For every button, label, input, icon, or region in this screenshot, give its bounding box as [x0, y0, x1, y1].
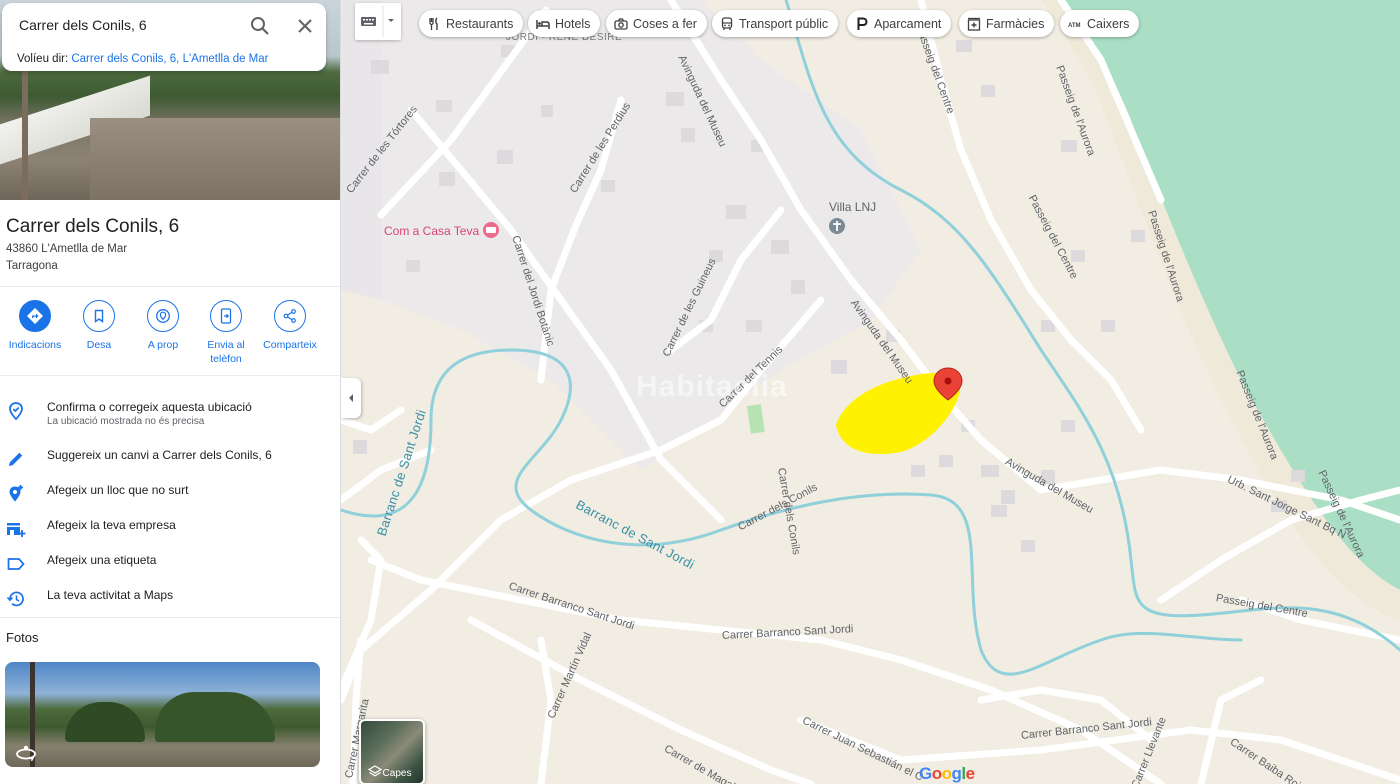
- add-business-icon: [7, 523, 26, 537]
- menu-add-place-title: Afegeix un lloc que no surt: [47, 483, 189, 497]
- menu-add-business[interactable]: Afegeix la teva empresa: [0, 517, 340, 547]
- hotel-icon: [536, 17, 550, 31]
- add-place-icon: [9, 485, 23, 502]
- chip-transit-label: Transport públic: [739, 16, 829, 31]
- label-icon: [7, 558, 25, 570]
- did-you-mean-link[interactable]: Carrer dels Conils, 6, L'Ametlla de Mar: [71, 53, 268, 65]
- google-logo: Google: [919, 764, 975, 783]
- address-line1: 43860 L'Ametlla de Mar: [6, 243, 128, 255]
- photo-pole: [22, 60, 28, 200]
- street-view-360-icon: [16, 745, 36, 762]
- photo-thumbnail[interactable]: [5, 662, 320, 767]
- search-box: Carrer dels Conils, 6 Volíeu dir: Carrer…: [2, 3, 326, 71]
- directions-label: Indicacions: [8, 339, 62, 351]
- chip-pharmacies-label: Farmàcies: [986, 16, 1045, 31]
- chevron-left-icon: [349, 394, 353, 402]
- parking-icon: [855, 17, 869, 31]
- input-tools-button[interactable]: [355, 3, 401, 40]
- share-icon: [283, 309, 296, 323]
- directions-icon: [27, 308, 43, 324]
- save-label: Desa: [86, 339, 112, 351]
- menu-add-business-title: Afegeix la teva empresa: [47, 518, 176, 532]
- chip-transit[interactable]: Transport públic: [712, 10, 839, 37]
- photo-tree: [65, 702, 145, 742]
- menu-add-label[interactable]: Afegeix una etiqueta: [0, 552, 340, 582]
- share-button[interactable]: Comparteix: [258, 300, 322, 352]
- menu-add-label-title: Afegeix una etiqueta: [47, 553, 157, 567]
- pencil-icon: [9, 452, 23, 466]
- menu-suggest-edit-title: Suggereix un canvi a Carrer dels Conils,…: [47, 448, 272, 462]
- category-chips: Restaurants Hotels Coses a fer Transport…: [341, 0, 1400, 46]
- close-icon[interactable]: [293, 14, 317, 38]
- divider: [0, 617, 340, 618]
- did-you-mean-prefix: Volíeu dir:: [17, 53, 69, 65]
- send-to-phone-label: Envia al telèfon: [207, 339, 245, 365]
- atm-icon: ATM: [1068, 17, 1082, 31]
- nearby-button[interactable]: A prop: [131, 300, 195, 352]
- send-to-phone-button[interactable]: Envia al telèfon: [194, 300, 258, 366]
- menu-suggest-edit[interactable]: Suggereix un canvi a Carrer dels Conils,…: [0, 447, 340, 477]
- chip-things-to-do[interactable]: Coses a fer: [606, 10, 707, 37]
- menu-confirm-location-title: Confirma o corregeix aquesta ubicació: [47, 400, 252, 414]
- chip-hotels[interactable]: Hotels: [528, 10, 601, 37]
- menu-confirm-location-subtitle: La ubicació mostrada no és precisa: [47, 416, 205, 427]
- menu-activity-title: La teva activitat a Maps: [47, 588, 174, 602]
- search-icon[interactable]: [248, 14, 272, 38]
- chip-pharmacies[interactable]: Farmàcies: [959, 10, 1055, 37]
- watermark: Habitaclia: [636, 370, 788, 403]
- bookmark-icon: [94, 309, 104, 323]
- location-confirm-icon: [9, 402, 23, 421]
- place-panel: Carrer dels Conils, 6 Volíeu dir: Carrer…: [0, 0, 341, 784]
- map-canvas[interactable]: Carrer de les Tórtores Carrer de les Per…: [341, 0, 1400, 784]
- share-label: Comparteix: [263, 339, 317, 351]
- nearby-icon: [156, 309, 170, 323]
- save-button[interactable]: Desa: [67, 300, 131, 352]
- poi-villa-label[interactable]: Villa LNJ: [829, 200, 876, 214]
- camera-icon: [614, 17, 628, 31]
- collapse-panel-button[interactable]: [341, 378, 361, 418]
- directions-button[interactable]: Indicacions: [3, 300, 67, 352]
- chip-hotels-label: Hotels: [555, 16, 591, 31]
- history-icon: [6, 591, 24, 607]
- divider: [0, 375, 340, 376]
- keyboard-icon: [361, 6, 394, 37]
- transit-icon: [720, 16, 734, 31]
- nearby-label: A prop: [147, 339, 179, 351]
- svg-text:ATM: ATM: [1068, 23, 1081, 29]
- did-you-mean: Volíeu dir: Carrer dels Conils, 6, L'Ame…: [17, 53, 269, 65]
- send-to-phone-icon: [220, 308, 232, 324]
- layers-button[interactable]: Capes: [359, 719, 425, 784]
- layers-label: Capes: [382, 768, 412, 779]
- address-line2: Tarragona: [6, 260, 58, 272]
- chip-restaurants-label: Restaurants: [446, 16, 514, 31]
- chip-things-to-do-label: Coses a fer: [633, 16, 697, 31]
- photo-road: [90, 118, 340, 200]
- menu-confirm-location[interactable]: Confirma o corregeix aquesta ubicació La…: [0, 399, 340, 429]
- menu-add-place[interactable]: Afegeix un lloc que no surt: [0, 482, 340, 512]
- restaurant-icon: [427, 16, 441, 31]
- photo-tree: [155, 692, 275, 742]
- poi-hotel-label[interactable]: Com a Casa Teva: [384, 224, 479, 238]
- search-input[interactable]: Carrer dels Conils, 6: [19, 17, 147, 33]
- pharmacy-icon: [967, 17, 981, 31]
- photos-heading: Fotos: [6, 630, 39, 645]
- chip-parking-label: Aparcament: [874, 16, 942, 31]
- place-title: Carrer dels Conils, 6: [6, 216, 180, 237]
- menu-activity[interactable]: La teva activitat a Maps: [0, 587, 340, 617]
- chip-restaurants[interactable]: Restaurants: [419, 10, 524, 37]
- divider: [0, 286, 340, 287]
- chip-parking[interactable]: Aparcament: [847, 10, 952, 37]
- chip-atms-label: Caixers: [1087, 16, 1130, 31]
- chip-atms[interactable]: ATM Caixers: [1060, 10, 1140, 37]
